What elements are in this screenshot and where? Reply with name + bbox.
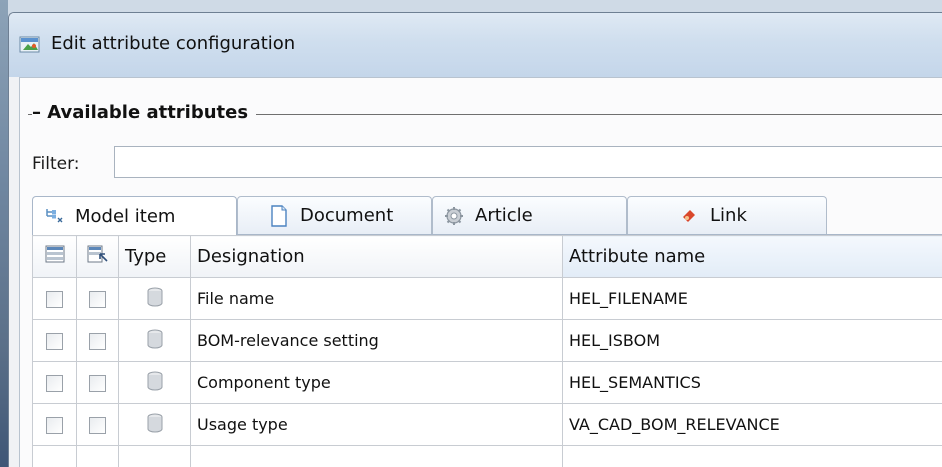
table-row[interactable]: Usage type VA_CAD_BOM_RELEVANCE	[32, 403, 942, 446]
article-gear-icon	[443, 205, 465, 227]
document-icon	[268, 204, 290, 227]
row-checkbox-a[interactable]	[46, 333, 63, 350]
row-checkbox-a[interactable]	[46, 417, 63, 434]
filter-input[interactable]	[114, 146, 942, 178]
row-checkbox-a[interactable]	[46, 375, 63, 392]
available-attributes-group: – Available attributes	[28, 102, 942, 124]
tab-strip: Model item Document Article Link	[32, 196, 942, 235]
app-icon	[19, 35, 41, 55]
designation-cell: Usage type	[190, 403, 563, 446]
row-checkbox-b[interactable]	[89, 375, 106, 392]
tab-label: Document	[300, 205, 394, 226]
cylinder-icon	[147, 413, 163, 437]
pick-column-header[interactable]	[76, 235, 119, 278]
list-select-icon	[45, 245, 65, 268]
attribute-name-column-header[interactable]: Attribute name	[562, 235, 942, 278]
row-checkbox-a[interactable]	[46, 291, 63, 308]
attribute-name-cell: HEL_SEMANTICS	[562, 361, 942, 404]
title-bar[interactable]: Edit attribute configuration	[9, 13, 942, 77]
tab-label: Link	[710, 205, 747, 226]
type-column-header[interactable]: Type	[118, 235, 191, 278]
tab-article[interactable]: Article	[432, 196, 627, 234]
content-panel: – Available attributes Filter: Model ite…	[19, 77, 942, 467]
attributes-grid: Type Designation Attribute name File nam…	[32, 234, 942, 467]
designation-cell: Component type	[190, 361, 563, 404]
attributes-table: Type Designation Attribute name File nam…	[32, 235, 942, 467]
list-pick-icon	[87, 245, 109, 268]
cylinder-icon	[147, 371, 163, 395]
select-all-column-header[interactable]	[32, 235, 77, 278]
designation-column-header[interactable]: Designation	[190, 235, 563, 278]
group-title[interactable]: – Available attributes	[32, 102, 257, 123]
attribute-name-cell: HEL_ISBOM	[562, 319, 942, 362]
filter-label: Filter:	[32, 154, 80, 174]
edit-attribute-window: Edit attribute configuration – Available…	[8, 12, 942, 467]
designation-cell: File name	[190, 277, 563, 320]
model-item-icon	[43, 205, 65, 227]
row-checkbox-b[interactable]	[89, 417, 106, 434]
cylinder-icon	[147, 329, 163, 353]
window-title: Edit attribute configuration	[51, 33, 296, 54]
designation-cell: BOM-relevance setting	[190, 319, 563, 362]
cylinder-icon	[147, 287, 163, 311]
tab-link[interactable]: Link	[627, 196, 827, 234]
table-row[interactable]: BOM-relevance setting HEL_ISBOM	[32, 319, 942, 362]
table-row-partial	[32, 445, 942, 467]
tab-label: Article	[475, 205, 533, 226]
table-row[interactable]: File name HEL_FILENAME	[32, 277, 942, 320]
desktop-background	[0, 0, 8, 467]
row-checkbox-b[interactable]	[89, 333, 106, 350]
tab-document[interactable]: Document	[237, 196, 432, 234]
tab-model-item[interactable]: Model item	[32, 196, 237, 235]
attribute-name-cell: HEL_FILENAME	[562, 277, 942, 320]
attribute-name-cell: VA_CAD_BOM_RELEVANCE	[562, 403, 942, 446]
tab-label: Model item	[75, 205, 176, 227]
table-row[interactable]: Component type HEL_SEMANTICS	[32, 361, 942, 404]
attribute-name-header-label: Attribute name	[569, 246, 706, 267]
link-icon	[678, 205, 700, 227]
row-checkbox-b[interactable]	[89, 291, 106, 308]
table-header-row: Type Designation Attribute name	[32, 235, 942, 278]
